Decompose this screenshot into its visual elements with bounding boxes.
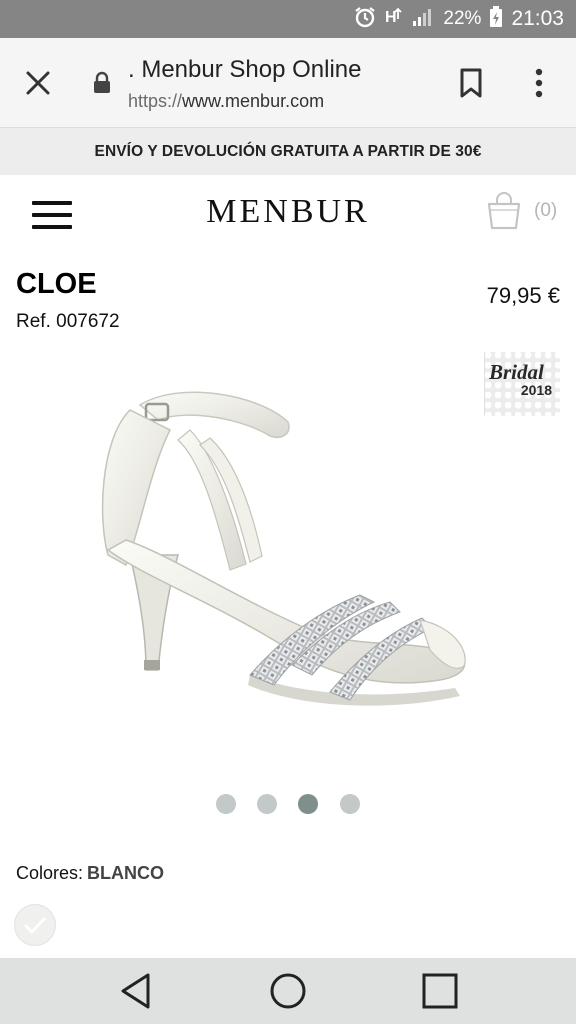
bookmark-button[interactable] <box>454 63 488 103</box>
bridal-badge: Bridal 2018 <box>484 352 560 416</box>
colors-line: Colores: BLANCO <box>16 863 164 884</box>
image-carousel-dots <box>0 794 576 814</box>
battery-percent: 22% <box>443 8 482 29</box>
color-swatch-blanco[interactable] <box>14 904 56 946</box>
page-title[interactable]: . Menbur Shop Online <box>128 56 361 84</box>
promo-banner: ENVÍO Y DEVOLUCIÓN GRATUITA A PARTIR DE … <box>0 128 576 175</box>
product-image[interactable] <box>60 350 520 780</box>
colors-value: BLANCO <box>87 863 165 883</box>
back-button[interactable] <box>112 968 160 1014</box>
back-triangle-icon <box>121 973 150 1009</box>
product-name: CLOE <box>16 268 97 300</box>
home-circle-icon <box>270 973 306 1009</box>
carousel-dot-4[interactable] <box>340 794 360 814</box>
alarm-icon <box>353 5 377 34</box>
check-icon <box>24 917 46 934</box>
status-icons: H 22% 21:03 <box>353 0 564 38</box>
cart-button[interactable] <box>484 190 524 232</box>
recents-square-icon <box>422 973 458 1009</box>
carousel-dot-2[interactable] <box>257 794 277 814</box>
lock-icon <box>92 71 112 95</box>
home-button[interactable] <box>264 968 312 1014</box>
data-signal-icon: H <box>385 5 403 34</box>
bookmark-icon <box>460 68 482 98</box>
recents-button[interactable] <box>416 968 464 1014</box>
more-vert-icon <box>535 68 543 98</box>
status-bar: H 22% 21:03 <box>0 0 576 38</box>
clock: 21:03 <box>511 7 564 30</box>
close-icon <box>26 71 50 95</box>
url-host: www.menbur.com <box>182 91 325 111</box>
browser-menu-button[interactable] <box>522 63 556 103</box>
cell-signal-icon <box>411 5 435 34</box>
shopping-bag-icon <box>487 192 521 230</box>
page-url[interactable]: https://www.menbur.com <box>128 91 324 112</box>
close-tab-button[interactable] <box>18 63 58 103</box>
browser-toolbar: . Menbur Shop Online https://www.menbur.… <box>0 38 576 128</box>
bridal-badge-year: 2018 <box>520 382 552 398</box>
colors-label: Colores: <box>16 863 84 883</box>
carousel-dot-1[interactable] <box>216 794 236 814</box>
battery-charging-icon <box>489 5 503 34</box>
cart-count[interactable]: (0) <box>534 200 557 222</box>
product-ref: Ref. 007672 <box>16 311 120 332</box>
system-nav-bar <box>0 958 576 1024</box>
carousel-dot-3[interactable] <box>298 794 318 814</box>
url-scheme: https:// <box>128 91 183 111</box>
product-price: 79,95 € <box>486 283 560 308</box>
